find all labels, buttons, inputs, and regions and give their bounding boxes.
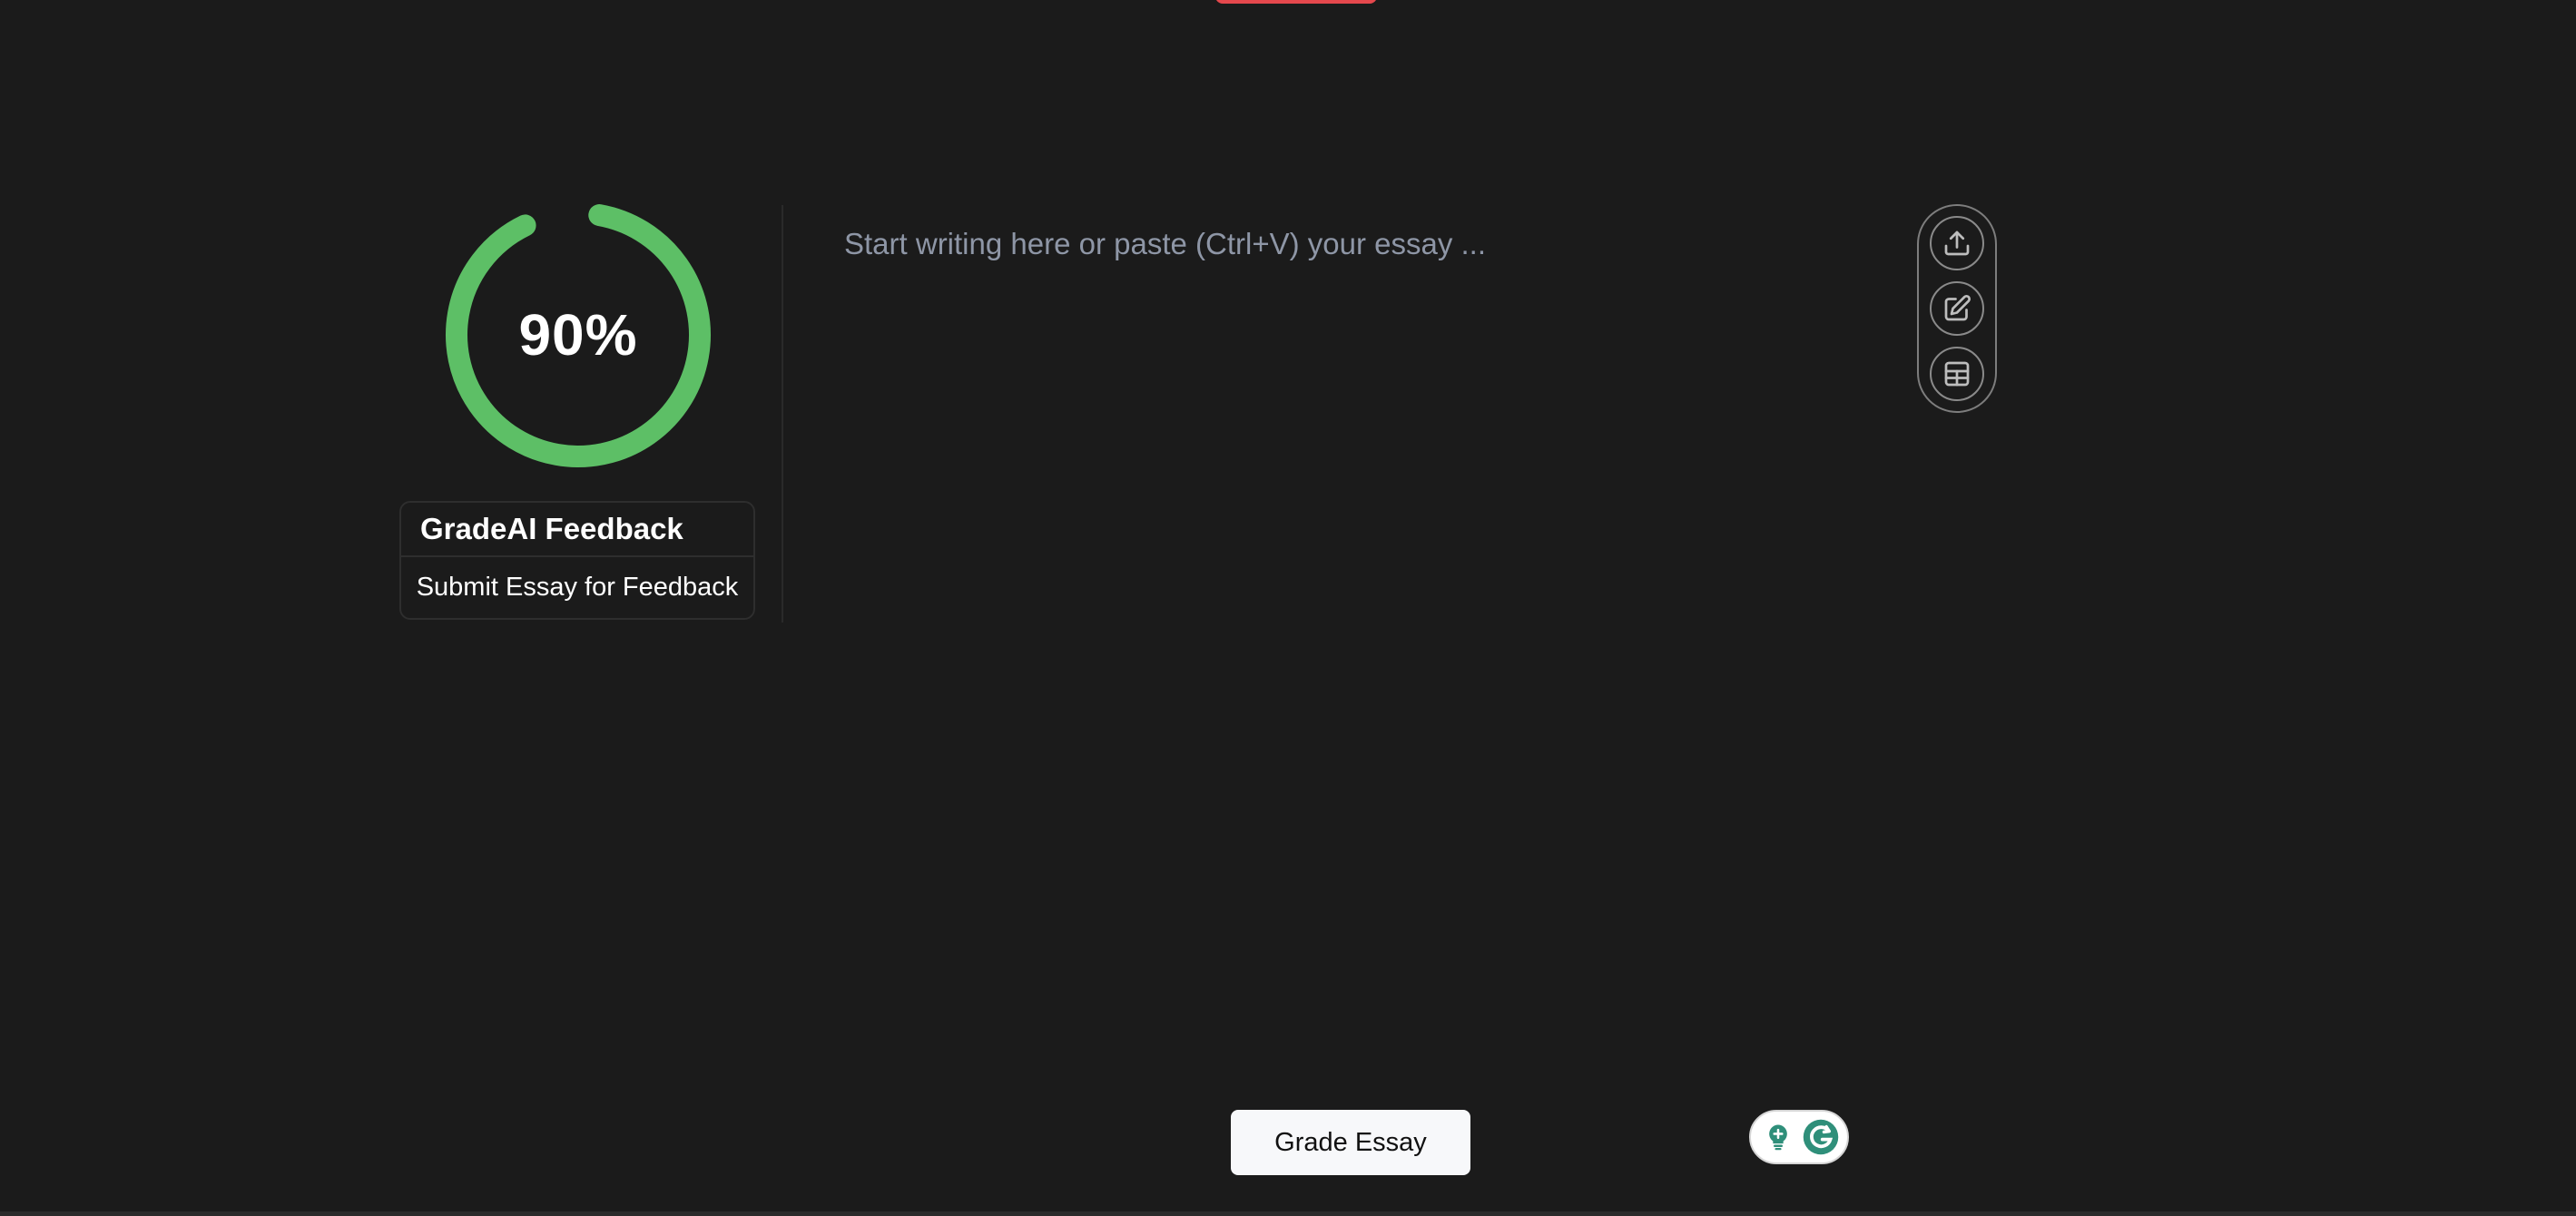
top-accent-tab[interactable] [1215, 0, 1377, 4]
table-button[interactable] [1930, 347, 1984, 401]
score-ring: 90% [443, 200, 713, 470]
feedback-title: GradeAI Feedback [401, 503, 753, 557]
edit-button[interactable] [1930, 281, 1984, 336]
grade-essay-button[interactable]: Grade Essay [1231, 1110, 1470, 1175]
grammarly-widget[interactable] [1749, 1110, 1849, 1164]
editor-toolbar [1917, 204, 1997, 413]
upload-button[interactable] [1930, 216, 1984, 270]
essay-editor[interactable] [844, 227, 1888, 626]
feedback-card: GradeAI Feedback Submit Essay for Feedba… [399, 501, 755, 620]
score-percentage: 90% [518, 302, 638, 368]
submit-for-feedback-button[interactable]: Submit Essay for Feedback [401, 557, 753, 618]
vertical-divider [782, 205, 783, 623]
grammarly-logo-icon[interactable] [1801, 1117, 1841, 1157]
upload-icon [1944, 230, 1970, 256]
edit-icon [1944, 294, 1971, 321]
bottom-edge [0, 1211, 2576, 1216]
lightbulb-icon[interactable] [1758, 1117, 1798, 1157]
table-icon [1944, 361, 1970, 387]
